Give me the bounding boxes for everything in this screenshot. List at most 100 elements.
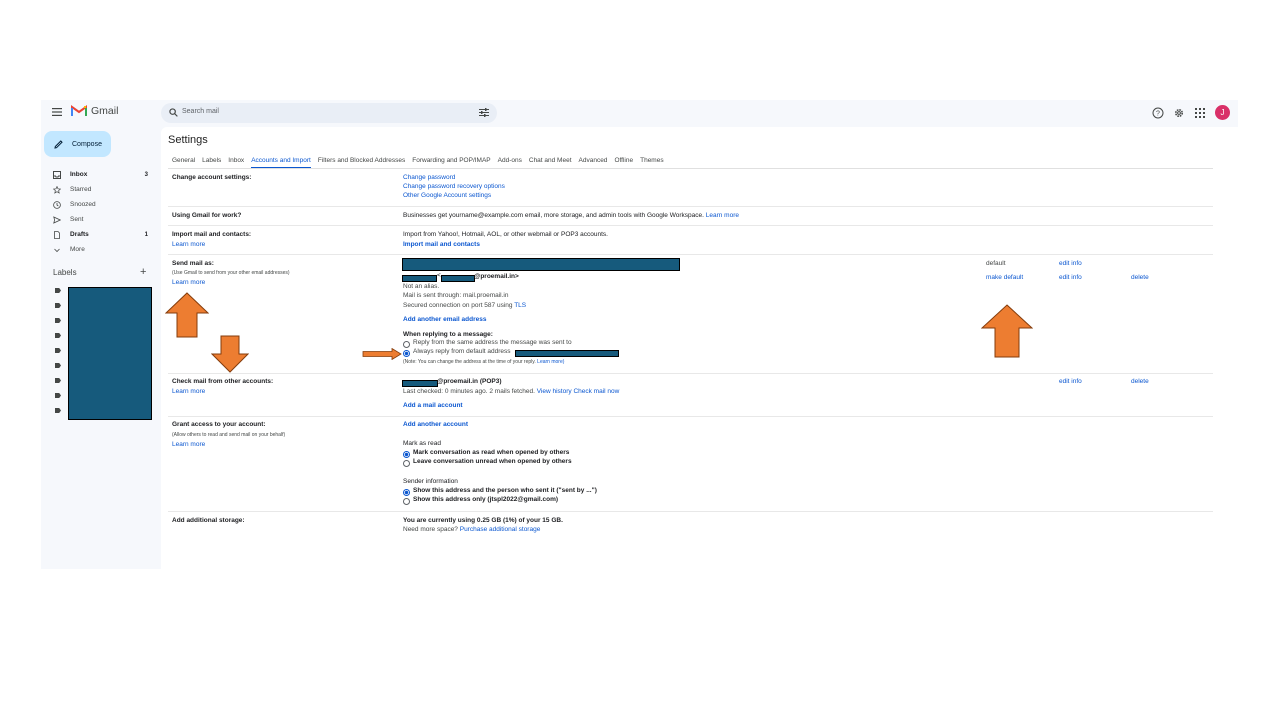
label-tag-icon[interactable] bbox=[55, 378, 61, 383]
add-mail-account-link[interactable]: Add a mail account bbox=[403, 402, 463, 409]
label-tag-icon[interactable] bbox=[55, 393, 61, 398]
import-label: Import mail and contacts: bbox=[172, 231, 252, 238]
reply-note-learn-more-link[interactable]: Learn more) bbox=[537, 359, 564, 365]
tls-link[interactable]: TLS bbox=[514, 302, 526, 309]
storage-usage-text: You are currently using 0.25 GB (1%) of … bbox=[403, 517, 563, 524]
row-divider bbox=[168, 225, 1213, 226]
view-history-link[interactable]: View history bbox=[537, 388, 572, 395]
account-avatar[interactable]: J bbox=[1215, 105, 1230, 120]
sidebar-item-more[interactable]: More bbox=[41, 242, 156, 257]
tab-forwarding[interactable]: Forwarding and POP/IMAP bbox=[412, 157, 490, 168]
grant-learn-more-link[interactable]: Learn more bbox=[172, 441, 205, 448]
make-default-link[interactable]: make default bbox=[986, 274, 1023, 281]
row-divider bbox=[168, 254, 1213, 255]
tabs-divider bbox=[168, 168, 1213, 169]
tab-inbox[interactable]: Inbox bbox=[228, 157, 244, 168]
import-learn-more-link[interactable]: Learn more bbox=[172, 241, 205, 248]
label-tag-icon[interactable] bbox=[55, 363, 61, 368]
arrow-right-annotation bbox=[362, 348, 402, 360]
show-sent-by-radio[interactable] bbox=[403, 489, 410, 496]
star-icon bbox=[53, 185, 61, 194]
tab-filters[interactable]: Filters and Blocked Addresses bbox=[318, 157, 405, 168]
send-icon bbox=[53, 215, 61, 224]
edit-info-link[interactable]: edit info bbox=[1059, 274, 1082, 281]
check-mail-label: Check mail from other accounts: bbox=[172, 378, 274, 385]
search-icon[interactable] bbox=[169, 108, 178, 117]
settings-panel: Settings General Labels Inbox Accounts a… bbox=[161, 127, 1238, 569]
tab-accounts-and-import[interactable]: Accounts and Import bbox=[251, 157, 311, 168]
pencil-icon bbox=[54, 139, 63, 149]
send-address-domain: @proemail.in> bbox=[474, 273, 519, 280]
sidebar-item-snoozed[interactable]: Snoozed bbox=[41, 197, 156, 212]
reply-same-radio[interactable] bbox=[403, 341, 410, 348]
change-password-link[interactable]: Change password bbox=[403, 174, 455, 181]
google-account-settings-link[interactable]: Other Google Account settings bbox=[403, 192, 491, 199]
last-checked-text: Last checked: 0 minutes ago. 2 mails fet… bbox=[403, 388, 619, 395]
sidebar-item-sent[interactable]: Sent bbox=[41, 212, 156, 227]
settings-gear-icon[interactable] bbox=[1173, 107, 1185, 119]
tab-advanced[interactable]: Advanced bbox=[579, 157, 608, 168]
send-mail-as-label: Send mail as: bbox=[172, 260, 214, 267]
mark-as-read-header: Mark as read bbox=[403, 440, 441, 447]
redacted-name bbox=[402, 275, 437, 282]
add-label-button[interactable]: + bbox=[140, 266, 146, 278]
grant-access-label: Grant access to your account: bbox=[172, 421, 266, 428]
redacted-labels bbox=[68, 287, 152, 420]
delete-link[interactable]: delete bbox=[1131, 378, 1149, 385]
search-options-icon[interactable] bbox=[479, 108, 489, 117]
show-sent-by-label: Show this address and the person who sen… bbox=[413, 487, 597, 494]
compose-label: Compose bbox=[72, 140, 102, 148]
import-text: Import from Yahoo!, Hotmail, AOL, or oth… bbox=[403, 231, 608, 238]
change-recovery-link[interactable]: Change password recovery options bbox=[403, 183, 505, 190]
sidebar-item-starred[interactable]: Starred bbox=[41, 182, 156, 197]
mark-read-radio[interactable] bbox=[403, 451, 410, 458]
tab-general[interactable]: General bbox=[172, 157, 195, 168]
tab-labels[interactable]: Labels bbox=[202, 157, 221, 168]
search-bar[interactable]: Search mail bbox=[161, 103, 497, 123]
label-tag-icon[interactable] bbox=[55, 333, 61, 338]
edit-info-link[interactable]: edit info bbox=[1059, 378, 1082, 385]
apps-grid-icon[interactable] bbox=[1194, 107, 1206, 119]
reply-same-label: Reply from the same address the message … bbox=[413, 339, 572, 346]
sidebar-item-label: Inbox bbox=[70, 171, 88, 178]
reply-default-radio[interactable] bbox=[403, 350, 410, 357]
import-mail-contacts-link[interactable]: Import mail and contacts bbox=[403, 241, 480, 248]
label-tag-icon[interactable] bbox=[55, 408, 61, 413]
label-tag-icon[interactable] bbox=[55, 303, 61, 308]
add-another-account-link[interactable]: Add another account bbox=[403, 421, 468, 428]
settings-tabs: General Labels Inbox Accounts and Import… bbox=[172, 157, 664, 168]
search-input[interactable]: Search mail bbox=[182, 108, 219, 115]
tab-offline[interactable]: Offline bbox=[614, 157, 633, 168]
row-divider bbox=[168, 511, 1213, 512]
sidebar-item-drafts[interactable]: Drafts 1 bbox=[41, 227, 156, 242]
clock-icon bbox=[53, 200, 61, 209]
check-mail-now-link[interactable]: Check mail now bbox=[573, 388, 619, 395]
svg-text:?: ? bbox=[1156, 110, 1160, 117]
purchase-storage-link[interactable]: Purchase additional storage bbox=[460, 526, 541, 533]
help-icon[interactable]: ? bbox=[1152, 107, 1164, 119]
check-learn-more-link[interactable]: Learn more bbox=[172, 388, 205, 395]
page-title: Settings bbox=[168, 134, 208, 146]
label-tag-icon[interactable] bbox=[55, 318, 61, 323]
reply-header: When replying to a message: bbox=[403, 331, 493, 338]
tab-chat-meet[interactable]: Chat and Meet bbox=[529, 157, 572, 168]
tab-themes[interactable]: Themes bbox=[640, 157, 663, 168]
hamburger-menu-icon[interactable] bbox=[52, 107, 62, 117]
workspace-text: Businesses get yourname@example.com emai… bbox=[403, 212, 704, 219]
gmail-logo[interactable]: Gmail bbox=[71, 105, 118, 117]
leave-unread-radio[interactable] bbox=[403, 460, 410, 467]
send-learn-more-link[interactable]: Learn more bbox=[172, 279, 205, 286]
sidebar-item-label: Sent bbox=[70, 216, 84, 223]
tab-addons[interactable]: Add-ons bbox=[498, 157, 522, 168]
compose-button[interactable]: Compose bbox=[44, 131, 111, 157]
workspace-learn-more-link[interactable]: Learn more bbox=[706, 212, 739, 219]
show-address-only-radio[interactable] bbox=[403, 498, 410, 505]
edit-info-link[interactable]: edit info bbox=[1059, 260, 1082, 267]
add-email-address-link[interactable]: Add another email address bbox=[403, 316, 486, 323]
delete-link[interactable]: delete bbox=[1131, 274, 1149, 281]
arrow-down-annotation bbox=[211, 335, 249, 373]
sidebar-item-inbox[interactable]: Inbox 3 bbox=[41, 167, 156, 182]
labels-header: Labels bbox=[53, 268, 77, 277]
label-tag-icon[interactable] bbox=[55, 348, 61, 353]
label-tag-icon[interactable] bbox=[55, 288, 61, 293]
